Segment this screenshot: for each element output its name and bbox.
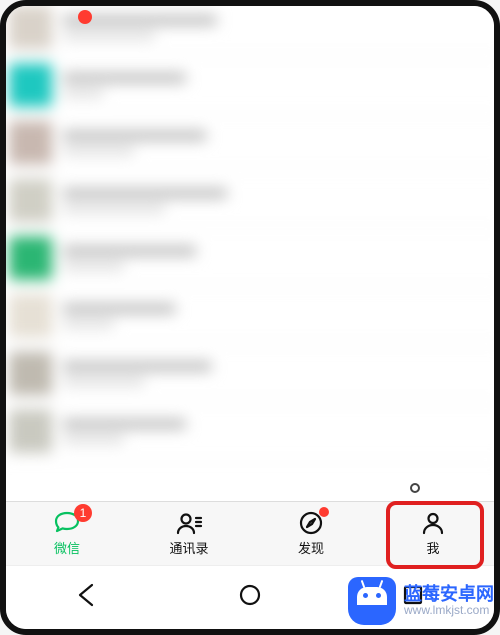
tab-chats-label: 微信	[54, 538, 80, 557]
page-indicator-dot	[410, 483, 420, 493]
phone-frame: 1 微信 通讯录 发现	[0, 0, 500, 635]
nav-back-button[interactable]	[73, 581, 101, 614]
tab-discover[interactable]: 发现	[250, 502, 372, 565]
chat-preview	[63, 188, 491, 213]
chat-avatar	[9, 294, 52, 337]
compass-icon	[296, 510, 326, 536]
chat-preview	[63, 15, 491, 40]
chat-preview	[63, 245, 491, 270]
chat-row[interactable]	[6, 345, 494, 403]
watermark-text: 蓝莓安卓网 www.lmkjst.com	[404, 585, 494, 618]
chat-avatar	[9, 409, 52, 452]
chat-avatar	[9, 236, 52, 279]
chat-avatar	[9, 121, 52, 164]
person-icon	[418, 510, 448, 536]
chat-avatar	[9, 178, 52, 221]
tab-discover-label: 发现	[298, 538, 324, 557]
chat-preview	[63, 303, 491, 328]
discover-dot-badge	[319, 507, 329, 517]
chat-row[interactable]	[6, 114, 494, 172]
chat-preview	[63, 361, 491, 386]
chat-avatar	[9, 63, 52, 106]
chat-row[interactable]	[6, 287, 494, 345]
chat-preview	[63, 418, 491, 443]
chats-unread-badge: 1	[74, 504, 92, 522]
chat-row[interactable]	[6, 229, 494, 287]
tab-contacts[interactable]: 通讯录	[128, 502, 250, 565]
tab-me-label: 我	[426, 538, 439, 557]
chat-avatar	[9, 6, 52, 49]
chat-avatar	[9, 351, 52, 394]
chat-row[interactable]	[6, 402, 494, 460]
watermark-android-icon	[348, 577, 396, 625]
tab-bar: 1 微信 通讯录 发现	[6, 501, 494, 565]
nav-home-button[interactable]	[236, 581, 264, 614]
watermark: 蓝莓安卓网 www.lmkjst.com	[348, 577, 494, 625]
chat-preview	[63, 72, 491, 97]
tab-me[interactable]: 我	[372, 502, 494, 565]
chat-preview	[63, 130, 491, 155]
chat-list[interactable]	[6, 6, 494, 501]
tab-contacts-label: 通讯录	[169, 538, 208, 557]
chat-row[interactable]	[6, 56, 494, 114]
chat-list-area	[6, 6, 494, 501]
contacts-icon	[174, 510, 204, 536]
chat-bubble-icon: 1	[52, 510, 82, 536]
unread-badge-icon	[78, 10, 92, 24]
tab-chats[interactable]: 1 微信	[6, 502, 128, 565]
watermark-url: www.lmkjst.com	[404, 604, 494, 617]
watermark-title: 蓝莓安卓网	[404, 585, 494, 605]
chat-row[interactable]	[6, 172, 494, 230]
